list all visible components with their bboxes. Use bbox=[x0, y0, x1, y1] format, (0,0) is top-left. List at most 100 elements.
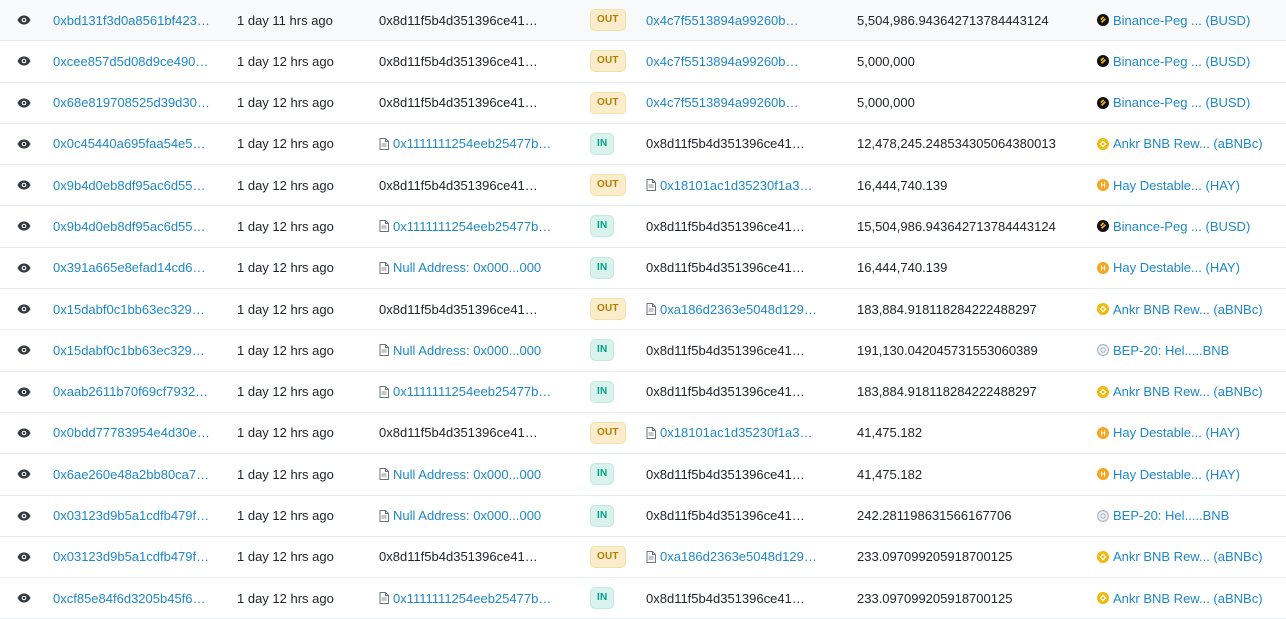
token-link[interactable]: H Hay Destable... (HAY) bbox=[1097, 413, 1240, 453]
direction-badge: IN bbox=[590, 248, 615, 288]
from-address[interactable]: Null Address: 0x000...000 bbox=[379, 248, 541, 288]
token-link[interactable]: Ankr BNB Rew... (aBNBc) bbox=[1097, 537, 1263, 577]
txn-hash-link[interactable]: 0x03123d9b5a1cdfb479f… bbox=[53, 496, 209, 536]
view-details-button[interactable] bbox=[14, 248, 34, 288]
token-link[interactable]: Binance-Peg ... (BUSD) bbox=[1097, 41, 1250, 81]
from-address-text: Null Address: 0x000...000 bbox=[393, 260, 542, 276]
table-row: 0x0bdd77783954e4d30e… 1 day 12 hrs ago 0x8… bbox=[0, 413, 1286, 455]
txn-hash-link[interactable]: 0xbd131f3d0a8561bf423… bbox=[53, 0, 210, 40]
busd-token-icon bbox=[1097, 220, 1109, 233]
eye-icon[interactable] bbox=[17, 180, 31, 190]
txn-hash-link[interactable]: 0x9b4d0eb8df95ac6d55… bbox=[53, 165, 206, 205]
eye-icon[interactable] bbox=[17, 593, 31, 603]
token-link[interactable]: Ankr BNB Rew... (aBNBc) bbox=[1097, 289, 1263, 329]
to-address[interactable]: 0x18101ac1d35230f1a3… bbox=[646, 165, 813, 205]
contract-doc-icon bbox=[379, 137, 389, 150]
token-link[interactable]: H Hay Destable... (HAY) bbox=[1097, 165, 1240, 205]
token-link[interactable]: Ankr BNB Rew... (aBNBc) bbox=[1097, 372, 1263, 412]
eye-icon[interactable] bbox=[17, 221, 31, 231]
from-address[interactable]: Null Address: 0x000...000 bbox=[379, 330, 541, 370]
to-address: 0x8d11f5b4d351396ce41… bbox=[646, 372, 805, 412]
txn-hash-link[interactable]: 0x0c45440a695faa54e5… bbox=[53, 124, 206, 164]
eye-icon[interactable] bbox=[17, 428, 31, 438]
view-details-button[interactable] bbox=[14, 0, 34, 40]
quantity: 16,444,740.139 bbox=[857, 260, 948, 276]
eye-icon[interactable] bbox=[17, 304, 31, 314]
direction-badge: OUT bbox=[590, 289, 626, 329]
to-address[interactable]: 0x4c7f5513894a99260b… bbox=[646, 0, 799, 40]
token-link[interactable]: Binance-Peg ... (BUSD) bbox=[1097, 0, 1250, 40]
token-link[interactable]: Binance-Peg ... (BUSD) bbox=[1097, 83, 1250, 123]
token-link[interactable]: BEP-20: Hel.....BNB bbox=[1097, 496, 1229, 536]
view-details-button[interactable] bbox=[14, 330, 34, 370]
view-details-button[interactable] bbox=[14, 578, 34, 618]
view-details-button[interactable] bbox=[14, 124, 34, 164]
direction-badge-text: IN bbox=[590, 256, 615, 279]
quantity: 191,130.042045731553060389 bbox=[857, 342, 1038, 358]
token-link[interactable]: H Hay Destable... (HAY) bbox=[1097, 248, 1240, 288]
contract-doc-icon bbox=[646, 303, 656, 316]
from-address[interactable]: 0x1111111254eeb25477b… bbox=[379, 206, 551, 246]
txn-hash-link[interactable]: 0x68e819708525d39d30… bbox=[53, 83, 210, 123]
eye-icon[interactable] bbox=[17, 552, 31, 562]
view-details-button[interactable] bbox=[14, 372, 34, 412]
token-link[interactable]: Binance-Peg ... (BUSD) bbox=[1097, 206, 1250, 246]
to-address[interactable]: 0xa186d2363e5048d129… bbox=[646, 289, 817, 329]
from-address-text: 0x1111111254eeb25477b… bbox=[393, 136, 552, 152]
token-link[interactable]: Ankr BNB Rew... (aBNBc) bbox=[1097, 578, 1263, 618]
from-address[interactable]: 0x1111111254eeb25477b… bbox=[379, 124, 551, 164]
eye-icon[interactable] bbox=[17, 469, 31, 479]
eye-icon[interactable] bbox=[17, 511, 31, 521]
txn-hash-link[interactable]: 0xcf85e84f6d3205b45f6… bbox=[53, 578, 206, 618]
token-name: Hay Destable... (HAY) bbox=[1113, 466, 1240, 482]
from-address[interactable]: 0x1111111254eeb25477b… bbox=[379, 578, 551, 618]
quantity: 183,884.918118284222488297 bbox=[857, 301, 1037, 317]
to-address[interactable]: 0xa186d2363e5048d129… bbox=[646, 537, 817, 577]
ankr-token-icon bbox=[1097, 303, 1109, 316]
direction-badge: IN bbox=[590, 496, 615, 536]
eye-icon[interactable] bbox=[17, 98, 31, 108]
txn-hash-link[interactable]: 0x6ae260e48a2bb80ca7… bbox=[53, 454, 209, 494]
view-details-button[interactable] bbox=[14, 537, 34, 577]
view-details-button[interactable] bbox=[14, 83, 34, 123]
token-link[interactable]: Ankr BNB Rew... (aBNBc) bbox=[1097, 124, 1263, 164]
eye-icon[interactable] bbox=[17, 387, 31, 397]
to-address[interactable]: 0x18101ac1d35230f1a3… bbox=[646, 413, 813, 453]
txn-hash-link[interactable]: 0xcee857d5d08d9ce490… bbox=[53, 41, 208, 81]
txn-age: 1 day 12 hrs ago bbox=[237, 425, 334, 441]
view-details-button[interactable] bbox=[14, 41, 34, 81]
eye-icon[interactable] bbox=[17, 56, 31, 66]
eye-icon[interactable] bbox=[17, 345, 31, 355]
to-address: 0x8d11f5b4d351396ce41… bbox=[646, 248, 805, 288]
view-details-button[interactable] bbox=[14, 413, 34, 453]
txn-age: 1 day 12 hrs ago bbox=[237, 53, 334, 69]
txn-age: 1 day 12 hrs ago bbox=[237, 549, 334, 565]
token-link[interactable]: BEP-20: Hel.....BNB bbox=[1097, 330, 1229, 370]
txn-hash-link[interactable]: 0x9b4d0eb8df95ac6d55… bbox=[53, 206, 206, 246]
token-name: BEP-20: Hel.....BNB bbox=[1113, 342, 1230, 358]
from-address[interactable]: 0x1111111254eeb25477b… bbox=[379, 372, 551, 412]
direction-badge-text: IN bbox=[590, 132, 615, 155]
txn-hash-link[interactable]: 0x03123d9b5a1cdfb479f… bbox=[53, 537, 209, 577]
from-address[interactable]: Null Address: 0x000...000 bbox=[379, 454, 541, 494]
txn-hash-link[interactable]: 0x391a665e8efad14cd6… bbox=[53, 248, 206, 288]
txn-hash-link[interactable]: 0xaab2611b70f69cf7932… bbox=[53, 372, 208, 412]
eye-icon[interactable] bbox=[17, 15, 31, 25]
txn-hash-link[interactable]: 0x15dabf0c1bb63ec329… bbox=[53, 289, 205, 329]
to-address[interactable]: 0x4c7f5513894a99260b… bbox=[646, 83, 799, 123]
to-address[interactable]: 0x4c7f5513894a99260b… bbox=[646, 41, 799, 81]
view-details-button[interactable] bbox=[14, 206, 34, 246]
view-details-button[interactable] bbox=[14, 454, 34, 494]
txn-hash-link[interactable]: 0x15dabf0c1bb63ec329… bbox=[53, 330, 205, 370]
eye-icon[interactable] bbox=[17, 263, 31, 273]
direction-badge-text: IN bbox=[590, 339, 615, 362]
token-link[interactable]: H Hay Destable... (HAY) bbox=[1097, 454, 1240, 494]
eye-icon[interactable] bbox=[17, 139, 31, 149]
view-details-button[interactable] bbox=[14, 289, 34, 329]
view-details-button[interactable] bbox=[14, 496, 34, 536]
direction-badge: OUT bbox=[590, 413, 626, 453]
view-details-button[interactable] bbox=[14, 165, 34, 205]
busd-token-icon bbox=[1097, 55, 1109, 68]
txn-hash-link[interactable]: 0x0bdd77783954e4d30e… bbox=[53, 413, 210, 453]
from-address[interactable]: Null Address: 0x000...000 bbox=[379, 496, 541, 536]
